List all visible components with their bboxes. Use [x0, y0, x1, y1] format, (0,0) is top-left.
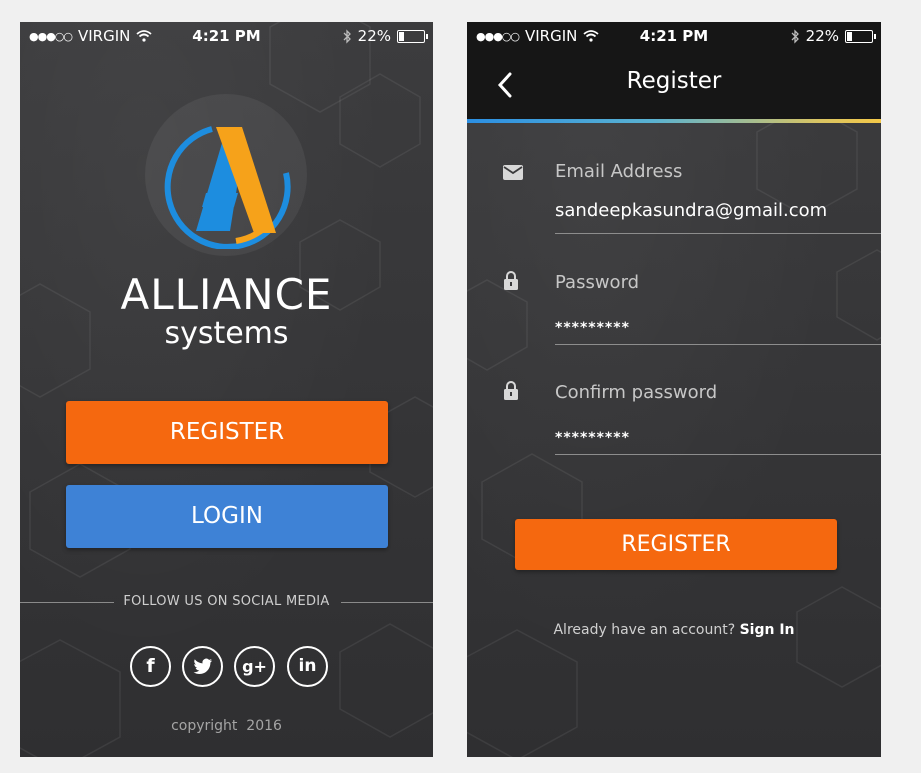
status-bar: ●●●○○ VIRGIN 4:21 PM 22%: [20, 22, 433, 50]
brand-subtitle: systems: [164, 316, 289, 351]
battery-icon: [397, 29, 428, 43]
password-field[interactable]: *********: [555, 320, 630, 336]
lock-icon: [504, 381, 518, 400]
welcome-screen: ●●●○○ VIRGIN 4:21 PM 22% ALLIANCE system…: [20, 22, 433, 757]
register-screen: ●●●○○ VIRGIN 4:21 PM 22% Register Email …: [467, 22, 881, 757]
email-field[interactable]: sandeepkasundra@gmail.com: [555, 200, 827, 221]
email-underline: [555, 233, 881, 234]
alliance-logo: [164, 126, 291, 249]
linkedin-icon[interactable]: in: [287, 646, 328, 687]
sign-in-link[interactable]: Sign In: [740, 622, 795, 638]
bluetooth-icon: [791, 28, 799, 44]
password-label: Password: [555, 272, 640, 293]
copyright-text: copyright 2016: [171, 718, 282, 734]
bluetooth-icon: [343, 28, 351, 44]
twitter-bird-glyph: [193, 658, 212, 674]
confirm-password-field[interactable]: *********: [555, 430, 630, 446]
battery-icon: [845, 29, 876, 43]
brand-name: ALLIANCE: [120, 270, 333, 319]
confirm-password-label: Confirm password: [555, 382, 718, 403]
battery-percent: 22%: [805, 27, 839, 45]
status-bar: ●●●○○ VIRGIN 4:21 PM 22%: [467, 22, 881, 50]
battery-percent: 22%: [357, 27, 391, 45]
already-have-account-text: Already have an account?: [553, 622, 736, 638]
email-label: Email Address: [555, 161, 683, 182]
google-plus-icon[interactable]: g+: [234, 646, 275, 687]
confirm-password-underline: [555, 454, 881, 455]
envelope-icon: [503, 165, 523, 180]
register-submit-button[interactable]: REGISTER: [515, 519, 837, 570]
divider-right: [341, 602, 433, 603]
page-title: Register: [626, 68, 722, 94]
sign-in-prompt: Already have an account? Sign In: [467, 622, 881, 638]
register-button[interactable]: REGISTER: [66, 401, 388, 464]
twitter-icon[interactable]: [182, 646, 223, 687]
password-underline: [555, 344, 881, 345]
accent-gradient-bar: [467, 119, 881, 123]
lock-icon: [504, 271, 518, 290]
login-button[interactable]: LOGIN: [66, 485, 388, 548]
facebook-icon[interactable]: f: [130, 646, 171, 687]
